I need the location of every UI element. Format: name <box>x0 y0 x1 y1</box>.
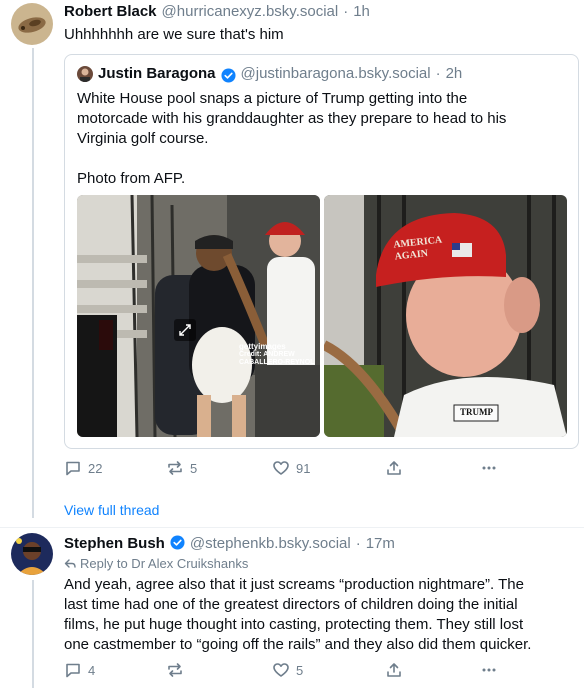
post-text-line: last time had one of the greatest direct… <box>64 596 518 613</box>
quoted-post-card[interactable]: Justin Baragona @justinbaragona.bsky.soc… <box>64 54 579 449</box>
like-button[interactable]: 91 <box>272 459 310 477</box>
post-image-2[interactable]: AMERICA AGAIN TRUMP <box>324 195 567 437</box>
more-options-button[interactable] <box>480 661 498 679</box>
reply-icon <box>66 663 80 678</box>
reply-to-text: Reply to Dr Alex Cruikshanks <box>80 556 249 571</box>
author-name[interactable]: Robert Black <box>64 3 157 20</box>
repost-icon <box>168 663 182 677</box>
expand-icon[interactable] <box>174 319 196 341</box>
post-text-line: films, he put huge thought into casting,… <box>64 616 524 633</box>
share-button[interactable] <box>385 459 403 477</box>
quoted-author-handle: @justinbaragona.bsky.social <box>240 65 431 82</box>
thread-line-top <box>32 48 34 518</box>
shirt-logo: TRUMP <box>460 407 493 417</box>
share-button[interactable] <box>385 661 403 679</box>
author-handle[interactable]: @hurricanexyz.bsky.social <box>162 3 339 20</box>
repost-count: 5 <box>190 460 198 476</box>
view-full-thread-link[interactable]: View full thread <box>64 502 159 518</box>
quoted-text-line: Photo from AFP. <box>77 170 186 187</box>
quoted-post-text: White House pool snaps a picture of Trum… <box>77 89 567 189</box>
share-icon <box>387 663 401 677</box>
quoted-text-line: Virginia golf course. <box>77 130 209 147</box>
post-text: Uhhhhhhh are we sure that's him <box>64 26 284 43</box>
avatar-robert-black[interactable] <box>11 3 53 45</box>
post-actions: 4 5 <box>64 661 504 681</box>
quoted-post-time: 2h <box>445 65 463 82</box>
repost-icon <box>168 461 182 475</box>
like-icon <box>273 461 289 475</box>
thread-line-bottom <box>32 580 34 688</box>
separator-dot: · <box>435 65 441 82</box>
post-time[interactable]: 17m <box>366 535 395 552</box>
post-divider <box>0 527 584 528</box>
more-icon <box>482 466 496 470</box>
avatar-justin-baragona <box>77 65 93 82</box>
share-icon <box>387 461 401 475</box>
post-robert-black: Robert Black @hurricanexyz.bsky.social ·… <box>64 3 576 45</box>
post-stephen-bush: Stephen Bush @stephenkb.bsky.social · 17… <box>64 533 576 655</box>
like-icon <box>273 663 289 677</box>
like-count: 5 <box>296 662 304 678</box>
watermark-brand: gettyimages <box>239 342 286 351</box>
author-handle[interactable]: @stephenkb.bsky.social <box>190 535 351 552</box>
post-text-line: And yeah, agree also that it just scream… <box>64 576 524 593</box>
reply-count: 4 <box>88 662 96 678</box>
post-header: Stephen Bush @stephenkb.bsky.social · 17… <box>64 533 576 552</box>
post-actions: 22 5 91 <box>64 459 504 479</box>
watermark-credit: Credit: ANDREW <box>239 351 295 358</box>
reply-button[interactable]: 4 <box>64 661 95 679</box>
separator-dot: · <box>343 3 349 20</box>
post-text-line: one castmember to “going off the rails” … <box>64 636 532 653</box>
reply-to-indicator[interactable]: Reply to Dr Alex Cruikshanks <box>64 556 576 571</box>
hat-text: AMERICA AGAIN <box>393 235 444 264</box>
post-header: Robert Black @hurricanexyz.bsky.social ·… <box>64 3 576 20</box>
watermark-credit: CABALLERO-REYNOL <box>239 359 315 366</box>
post-text: And yeah, agree also that it just scream… <box>64 575 576 655</box>
quoted-text-line: White House pool snaps a picture of Trum… <box>77 90 468 107</box>
quoted-author-name: Justin Baragona <box>98 65 216 82</box>
repost-button[interactable]: 5 <box>166 459 197 477</box>
repost-button[interactable] <box>166 661 190 679</box>
reply-button[interactable]: 22 <box>64 459 102 477</box>
reply-count: 22 <box>88 460 103 476</box>
author-name[interactable]: Stephen Bush <box>64 535 165 552</box>
getty-watermark: gettyimages Credit: ANDREW CABALLERO-REY… <box>239 343 314 367</box>
reply-icon <box>66 461 80 476</box>
verified-icon <box>170 535 185 550</box>
like-button[interactable]: 5 <box>272 661 303 679</box>
separator-dot: · <box>355 535 361 552</box>
quoted-text-line: motorcade with his granddaughter as they… <box>77 110 507 127</box>
post-time[interactable]: 1h <box>353 3 370 20</box>
verified-icon <box>221 68 236 83</box>
more-options-button[interactable] <box>480 459 498 477</box>
quoted-post-header: Justin Baragona @justinbaragona.bsky.soc… <box>77 65 463 83</box>
avatar-stephen-bush[interactable] <box>11 533 53 575</box>
reply-arrow-icon <box>64 558 76 568</box>
like-count: 91 <box>296 460 311 476</box>
post-image-1[interactable]: gettyimages Credit: ANDREW CABALLERO-REY… <box>77 195 320 437</box>
more-icon <box>482 668 496 672</box>
